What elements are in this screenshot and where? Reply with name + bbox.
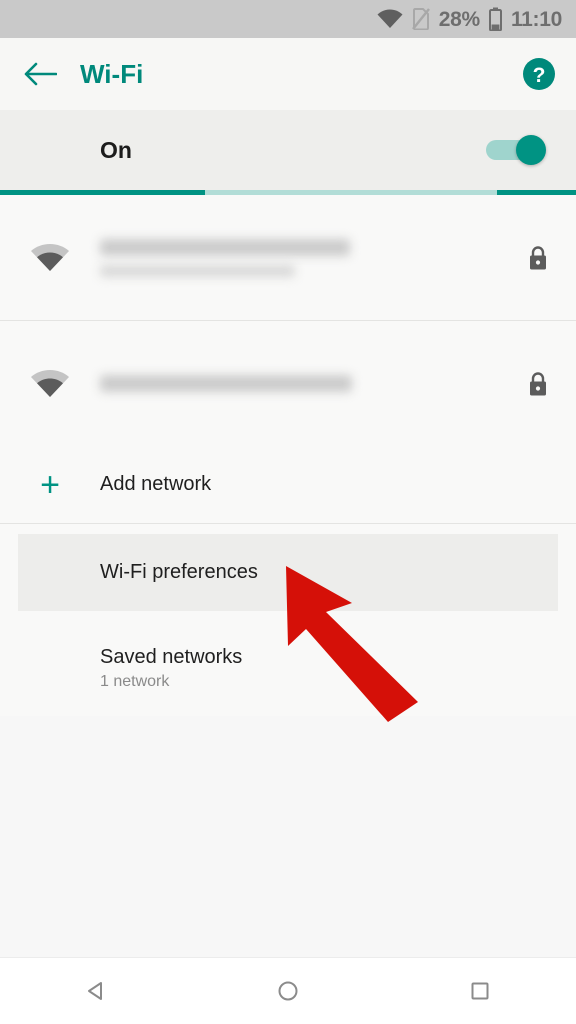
add-network-label: Add network xyxy=(100,473,212,495)
saved-networks-text-wrap: Saved networks 1 network xyxy=(100,646,576,691)
network-name-redacted xyxy=(100,238,350,256)
lock-icon xyxy=(530,245,546,269)
wifi-signal-icon xyxy=(31,369,69,397)
phone-screen: 28% 11:10 Wi-Fi ? On + Add network Wi-Fi… xyxy=(0,0,576,1024)
wifi-master-switch-row[interactable]: On xyxy=(0,110,576,190)
navigation-bar xyxy=(0,957,576,1024)
wifi-signal-icon xyxy=(31,243,69,271)
wifi-network-list: + Add network Wi-Fi preferences Saved ne… xyxy=(0,195,576,958)
wifi-preferences-highlight xyxy=(18,534,558,611)
back-button[interactable] xyxy=(0,38,80,110)
wifi-icon xyxy=(377,9,403,28)
plus-icon-wrap: + xyxy=(0,468,100,502)
switch-thumb xyxy=(516,135,546,165)
help-button[interactable]: ? xyxy=(518,53,560,95)
nav-back-icon xyxy=(88,982,102,1000)
svg-text:?: ? xyxy=(533,64,546,87)
nav-recents-button[interactable] xyxy=(420,958,540,1024)
saved-networks-label: Saved networks xyxy=(100,645,243,668)
lock-icon xyxy=(530,371,546,395)
network-security-wrap xyxy=(500,371,576,397)
network-list-item[interactable] xyxy=(0,195,576,320)
arrow-back-icon xyxy=(24,62,57,86)
plus-icon: + xyxy=(40,465,60,504)
page-title: Wi-Fi xyxy=(80,58,144,89)
network-list-item[interactable] xyxy=(0,321,576,446)
nav-home-icon xyxy=(278,981,298,1001)
network-name-wrap xyxy=(100,238,500,277)
battery-icon xyxy=(488,7,502,31)
status-bar-icons: 28% 11:10 xyxy=(377,7,562,31)
wifi-signal-icon-wrap xyxy=(0,369,100,399)
network-name-wrap xyxy=(100,375,500,392)
sim-card-off-icon xyxy=(411,8,430,30)
help-circle-icon: ? xyxy=(523,58,555,90)
network-security-wrap xyxy=(500,245,576,271)
nav-back-button[interactable] xyxy=(36,958,156,1024)
clock-label: 11:10 xyxy=(510,7,562,31)
network-status-redacted xyxy=(100,264,295,277)
wifi-state-label: On xyxy=(100,136,132,163)
wifi-preferences-row[interactable]: Wi-Fi preferences xyxy=(0,524,576,620)
network-name-redacted xyxy=(100,375,352,392)
nav-home-button[interactable] xyxy=(228,958,348,1024)
battery-percent-label: 28% xyxy=(438,7,480,31)
status-bar: 28% 11:10 xyxy=(0,0,576,38)
wifi-toggle-switch[interactable] xyxy=(486,135,546,165)
add-network-row[interactable]: + Add network xyxy=(0,446,576,523)
wifi-preferences-label: Wi-Fi preferences xyxy=(100,560,258,583)
wifi-signal-icon-wrap xyxy=(0,243,100,273)
saved-networks-row[interactable]: Saved networks 1 network xyxy=(0,620,576,716)
app-bar: Wi-Fi ? xyxy=(0,38,576,110)
add-network-label-wrap: Add network xyxy=(100,473,576,496)
nav-recents-icon xyxy=(471,982,489,1000)
saved-networks-count: 1 network xyxy=(100,672,170,690)
